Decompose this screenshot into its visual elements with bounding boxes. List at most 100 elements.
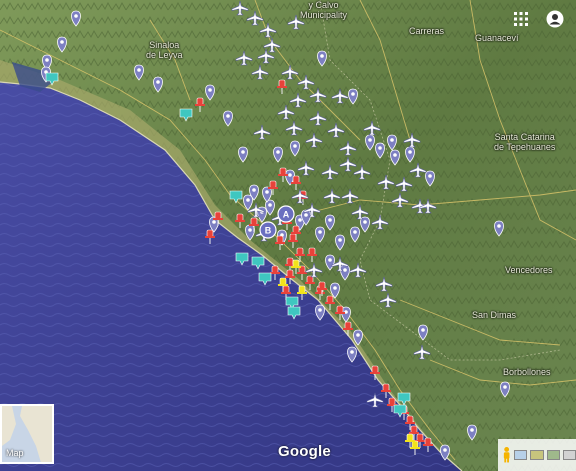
map-pin-blue[interactable]: [405, 146, 415, 163]
minimap-toggle[interactable]: Map: [0, 404, 54, 464]
layer-thumb-1[interactable]: [514, 450, 528, 460]
map-pushpin-red[interactable]: [370, 365, 380, 380]
map-pushpin-yellow[interactable]: [297, 285, 307, 300]
map-pin-blue[interactable]: [340, 264, 350, 281]
map-pin-blue[interactable]: [223, 110, 233, 127]
airport-icon[interactable]: [246, 10, 264, 26]
marker-b[interactable]: B: [259, 221, 277, 243]
map-pushpin-red[interactable]: [235, 213, 245, 228]
airport-icon[interactable]: [419, 198, 437, 214]
airport-icon[interactable]: [391, 192, 409, 208]
airport-icon[interactable]: [339, 140, 357, 156]
airport-icon[interactable]: [379, 292, 397, 308]
airport-icon[interactable]: [339, 156, 357, 172]
airport-icon[interactable]: [305, 132, 323, 148]
airport-icon[interactable]: [371, 214, 389, 230]
map-pin-blue[interactable]: [500, 381, 510, 398]
teal-marker-icon[interactable]: [235, 252, 249, 266]
airport-icon[interactable]: [331, 88, 349, 104]
marker-a[interactable]: A: [277, 205, 295, 227]
airport-icon[interactable]: [403, 132, 421, 148]
airport-icon[interactable]: [323, 188, 341, 204]
airport-icon[interactable]: [289, 92, 307, 108]
teal-marker-icon[interactable]: [287, 306, 301, 320]
map-pushpin-red[interactable]: [297, 265, 307, 280]
airport-icon[interactable]: [377, 174, 395, 190]
airport-icon[interactable]: [251, 64, 269, 80]
map-pin-blue[interactable]: [387, 134, 397, 151]
map-pin-blue[interactable]: [245, 224, 255, 241]
pegman-icon[interactable]: [502, 446, 511, 464]
map-pin-blue[interactable]: [317, 50, 327, 67]
map-pin-blue[interactable]: [315, 226, 325, 243]
map-canvas[interactable]: y Calvo Municipality Carreras Guanaceví S…: [0, 0, 576, 471]
airport-icon[interactable]: [363, 120, 381, 136]
map-pin-blue[interactable]: [348, 88, 358, 105]
map-pin-blue[interactable]: [365, 134, 375, 151]
airport-icon[interactable]: [395, 176, 413, 192]
map-pushpin-red[interactable]: [325, 295, 335, 310]
map-pin-blue[interactable]: [290, 140, 300, 157]
airport-icon[interactable]: [409, 162, 427, 178]
map-pin-blue[interactable]: [325, 254, 335, 271]
map-pin-blue[interactable]: [353, 329, 363, 346]
map-pushpin-red[interactable]: [381, 383, 391, 398]
airport-icon[interactable]: [297, 160, 315, 176]
map-pushpin-red[interactable]: [285, 269, 295, 284]
map-pushpin-red[interactable]: [277, 79, 287, 94]
airport-icon[interactable]: [281, 64, 299, 80]
airport-icon[interactable]: [366, 392, 384, 408]
airport-icon[interactable]: [277, 104, 295, 120]
map-pin-blue[interactable]: [243, 194, 253, 211]
map-pin-blue[interactable]: [350, 226, 360, 243]
teal-marker-icon[interactable]: [258, 272, 272, 286]
airport-icon[interactable]: [327, 122, 345, 138]
map-pushpin-red[interactable]: [195, 97, 205, 112]
map-pin-blue[interactable]: [325, 214, 335, 231]
map-pushpin-red[interactable]: [307, 247, 317, 262]
airport-icon[interactable]: [231, 0, 249, 16]
airport-icon[interactable]: [413, 344, 431, 360]
airport-icon[interactable]: [259, 22, 277, 38]
map-pin-blue[interactable]: [153, 76, 163, 93]
map-pin-blue[interactable]: [390, 149, 400, 166]
account-button[interactable]: [544, 8, 566, 30]
map-pin-blue[interactable]: [205, 84, 215, 101]
layer-thumb-2[interactable]: [530, 450, 544, 460]
map-pin-blue[interactable]: [425, 170, 435, 187]
map-pin-blue[interactable]: [273, 146, 283, 163]
map-pin-blue[interactable]: [315, 304, 325, 321]
map-pin-blue[interactable]: [467, 424, 477, 441]
teal-marker-icon[interactable]: [251, 256, 265, 270]
airport-icon[interactable]: [375, 276, 393, 292]
map-pushpin-yellow[interactable]: [410, 440, 420, 455]
airport-icon[interactable]: [297, 74, 315, 90]
airport-icon[interactable]: [321, 164, 339, 180]
map-pin-blue[interactable]: [375, 142, 385, 159]
teal-marker-icon[interactable]: [179, 108, 193, 122]
map-pin-blue[interactable]: [347, 346, 357, 363]
map-pin-blue[interactable]: [440, 444, 450, 461]
map-pushpin-red[interactable]: [270, 265, 280, 280]
airport-icon[interactable]: [353, 164, 371, 180]
airport-icon[interactable]: [309, 110, 327, 126]
map-pushpin-red[interactable]: [305, 275, 315, 290]
airport-icon[interactable]: [309, 87, 327, 103]
airport-icon[interactable]: [349, 262, 367, 278]
map-pin-blue[interactable]: [494, 220, 504, 237]
map-pushpin-red[interactable]: [205, 229, 215, 244]
map-pin-blue[interactable]: [418, 324, 428, 341]
map-pin-blue[interactable]: [71, 10, 81, 27]
airport-icon[interactable]: [235, 50, 253, 66]
airport-icon[interactable]: [285, 120, 303, 136]
apps-grid-button[interactable]: [510, 8, 532, 30]
teal-marker-icon[interactable]: [397, 392, 411, 406]
airport-icon[interactable]: [341, 188, 359, 204]
teal-marker-icon[interactable]: [45, 72, 59, 86]
map-pin-blue[interactable]: [238, 146, 248, 163]
layer-thumb-4[interactable]: [562, 450, 576, 460]
airport-icon[interactable]: [287, 14, 305, 30]
map-pushpin-red[interactable]: [343, 321, 353, 336]
teal-marker-icon[interactable]: [229, 190, 243, 204]
airport-icon[interactable]: [253, 124, 271, 140]
